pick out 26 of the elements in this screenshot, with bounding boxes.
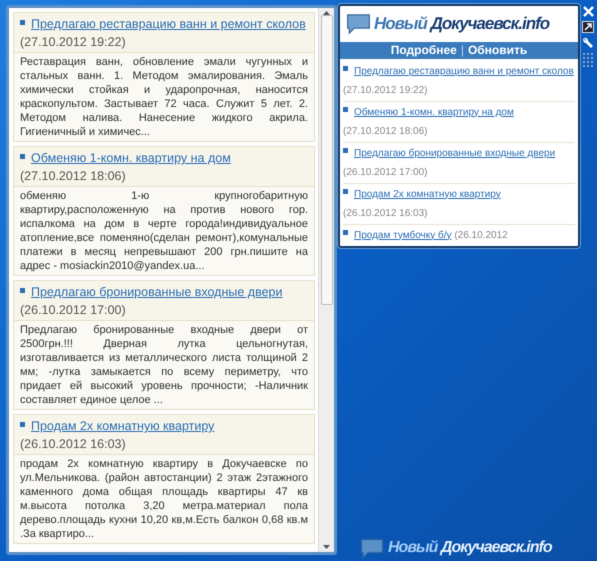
headline-link[interactable]: Предлагаю реставрацию ванн и ремонт сколов	[354, 66, 574, 76]
headline-link[interactable]: Продам тумбочку б/у	[354, 230, 452, 240]
news-title-link[interactable]: Предлагаю реставрацию ванн и ремонт сколов	[31, 17, 306, 31]
separator: |	[460, 42, 464, 59]
headline-date: (26.10.2012	[454, 230, 508, 240]
news-date: (26.10.2012 16:03)	[20, 437, 126, 451]
headline-date: (26.10.2012 16:03)	[343, 208, 428, 218]
news-date: (26.10.2012 17:00)	[20, 303, 126, 317]
news-date: (27.10.2012 19:22)	[20, 35, 126, 49]
more-link[interactable]: Подробнее	[390, 41, 457, 59]
headline-link[interactable]: Обменяю 1-комн. квартиру на дом	[354, 106, 514, 118]
headline-date: (27.10.2012 19:22)	[343, 84, 428, 96]
news-summary: Реставрация ванн, обновление эмали чугунных и стальных ванн. 1. Методом эмалирования. Эмаль химически стойкая и ударопрочная, наносится краскопультом. Застывает 72 часа. Служит 5 лет. 2. Методом налива. Нанесение жидкого акрила. Гигиеничный и химичес...	[14, 52, 314, 141]
headline-date: (27.10.2012 18:06)	[343, 126, 428, 136]
news-title-link[interactable]: Обменяю 1-комн. квартиру на дом	[31, 151, 231, 165]
refresh-link[interactable]: Обновить	[468, 41, 528, 59]
news-summary: Предлагаю бронированные входные двери от 2500грн.!!! Дверная лутка цельногнутая, изготавливается из металлического листа толщиной 2 мм; -лутка замыкается по всему периметру, что придает ей высокий уровень прочности; -Наличник составляет единое целое ...	[14, 320, 314, 409]
news-title-link[interactable]: Продам 2х комнатную квартиру	[31, 419, 214, 433]
news-title-link[interactable]: Предлагаю бронированные входные двери	[31, 285, 282, 299]
headline-link[interactable]: Продам 2х комнатную квартиру	[354, 188, 501, 200]
news-date: (27.10.2012 18:06)	[20, 169, 126, 183]
headline-link[interactable]: Предлагаю бронированные входные двери	[354, 148, 556, 158]
headline-date: (26.10.2012 17:00)	[343, 166, 428, 178]
news-summary: продам 2х комнатную квартиру в Докучаевске по ул.Мельникова. (район автостанции) 2 этаж 2этажного каменного дома общая площадь квартиры 47 кв м.высота потолка 3,20 метра.материал пола дерево.площадь кухни 10,20 кв,м.Есть балкон 0,68 кв.м .За квартиро...	[14, 454, 314, 543]
site-logo: Новый Докучаевск.info	[374, 13, 550, 35]
news-summary: обменяю 1-ю крупногобаритную квартиру,расположенную на против нового гор. испалкома на дом в черте города!индивидуальное атопление,все поменяно(сделан ремонт),комунальные платежи в месяц непревышают 200 грн.пишите на адрес - mosiackin2010@yandex.ua...	[14, 186, 314, 275]
